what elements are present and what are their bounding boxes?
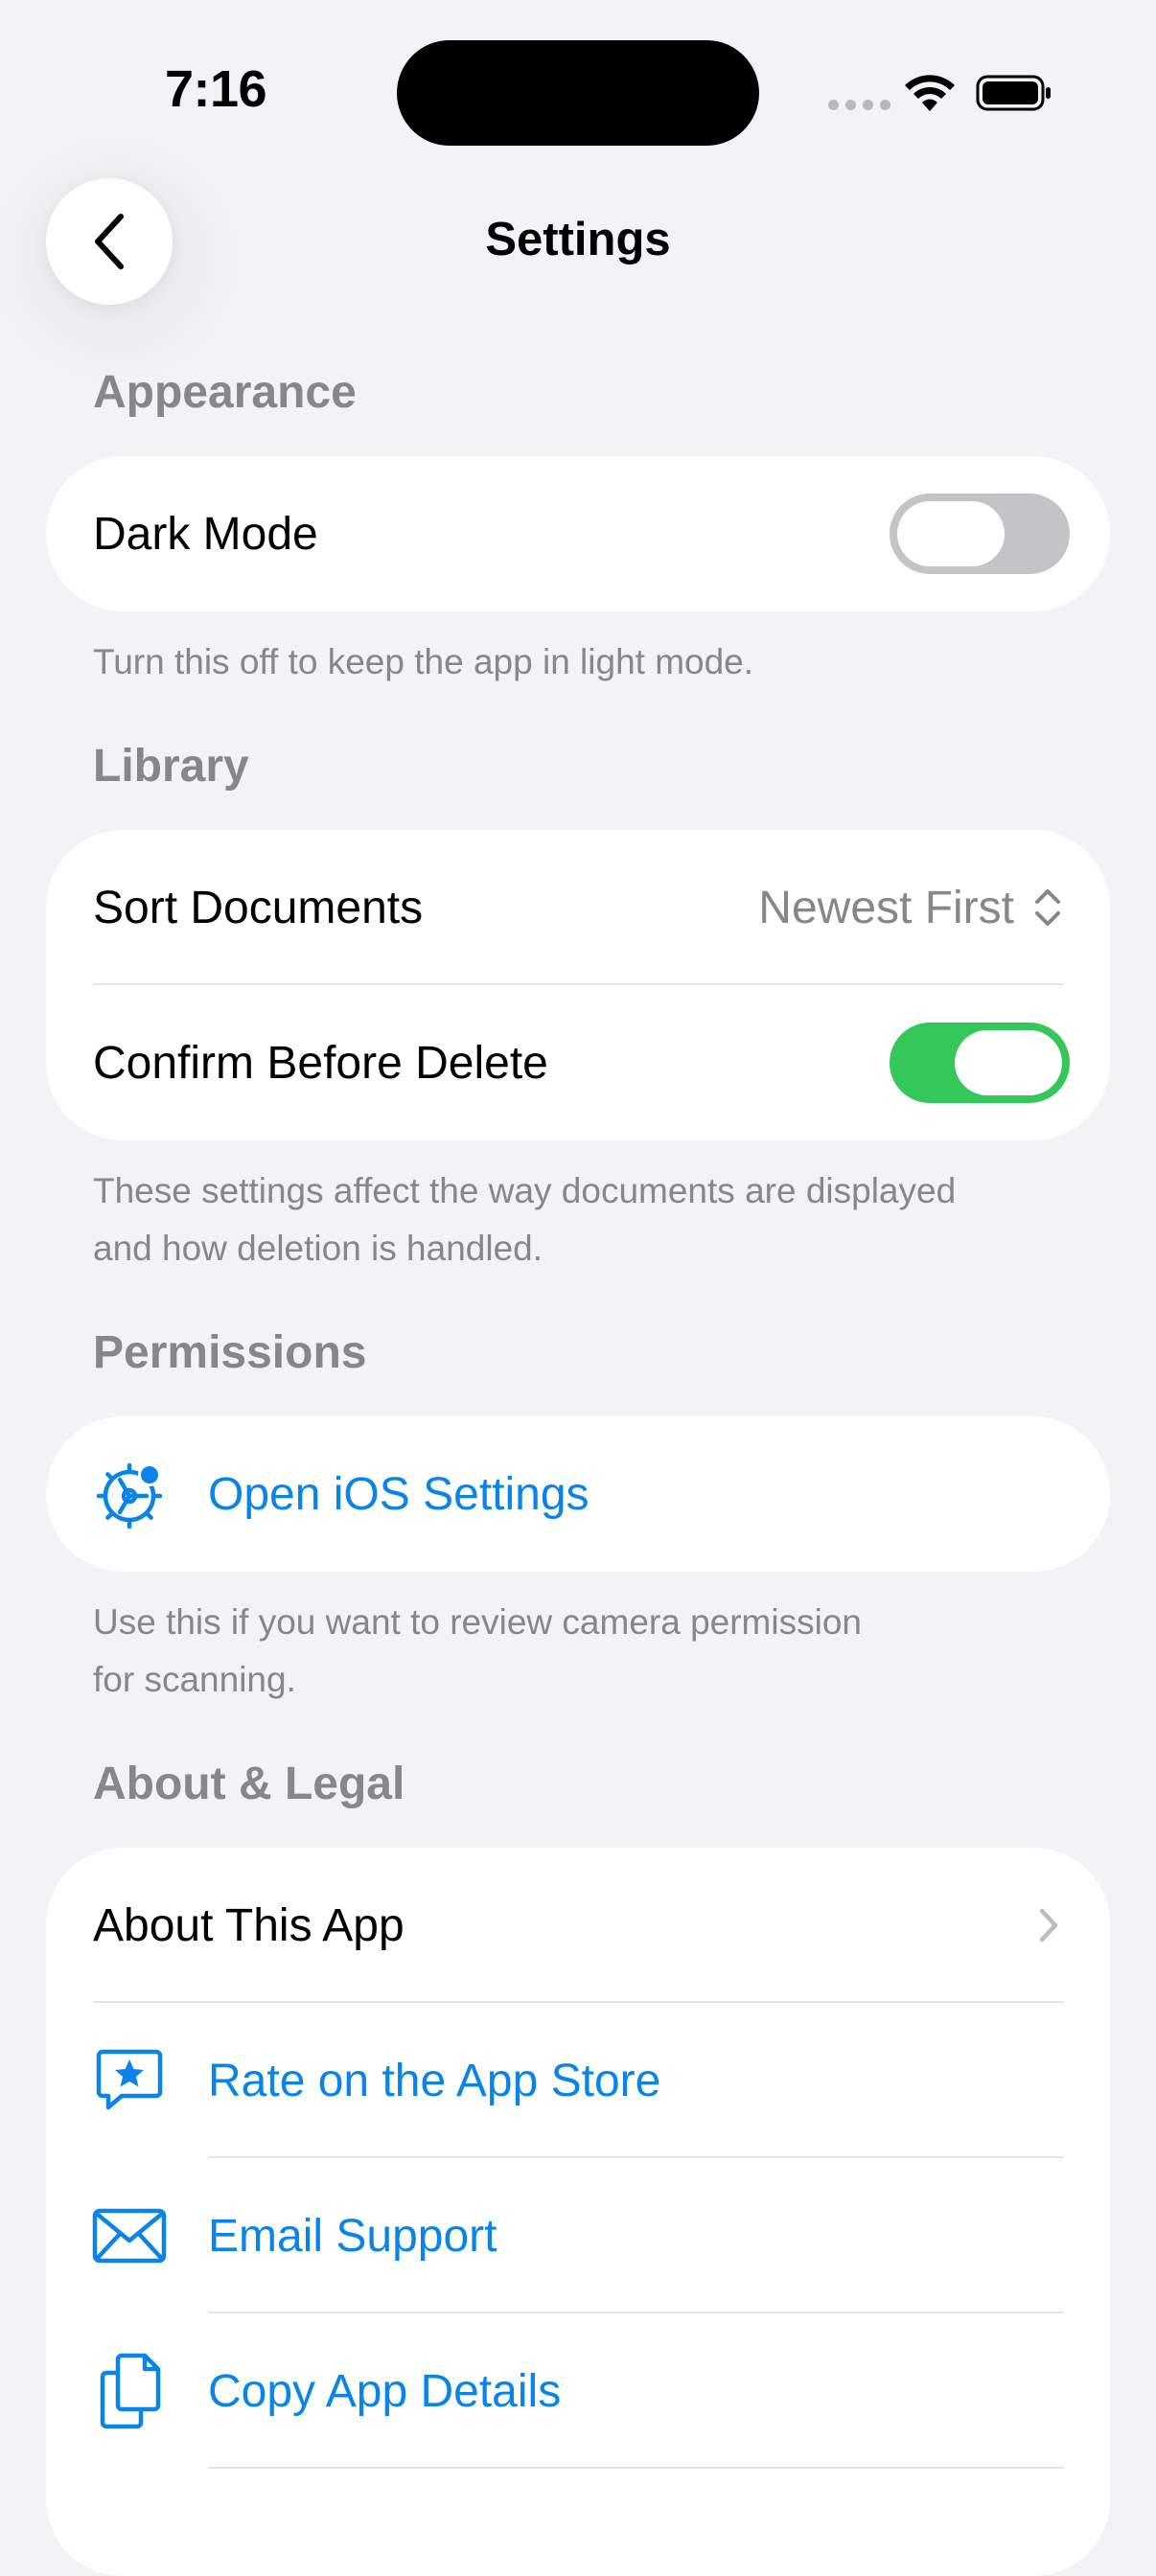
status-time: 7:16	[165, 60, 267, 118]
section-header-permissions: Permissions	[93, 1327, 367, 1378]
section-header-appearance: Appearance	[93, 367, 357, 418]
sort-documents-value[interactable]: Newest First	[758, 882, 1014, 934]
permissions-card: Open iOS Settings	[46, 1416, 1110, 1572]
about-card: About This App Rate on the App Store Ema…	[46, 1848, 1110, 2576]
sort-documents-row[interactable]: Sort Documents Newest First	[46, 830, 1110, 985]
confirm-delete-toggle[interactable]	[890, 1023, 1070, 1103]
library-footer-line-1: These settings affect the way documents …	[93, 1171, 957, 1210]
copy-app-details-label: Copy App Details	[208, 2365, 562, 2417]
row-separator	[208, 2467, 1064, 2469]
section-header-library: Library	[93, 741, 249, 792]
star-bubble-icon	[88, 2039, 171, 2122]
about-this-app-label: About This App	[93, 1899, 405, 1951]
dark-mode-toggle[interactable]	[890, 494, 1070, 574]
toggle-knob	[897, 501, 1005, 566]
confirm-delete-label: Confirm Before Delete	[93, 1037, 548, 1089]
cellular-signal-icon	[828, 100, 890, 110]
permissions-footer-line-1: Use this if you want to review camera pe…	[93, 1602, 862, 1642]
toggle-knob	[955, 1030, 1062, 1095]
permissions-footer: Use this if you want to review camera pe…	[93, 1594, 1071, 1709]
dark-mode-label: Dark Mode	[93, 508, 318, 560]
envelope-icon	[88, 2195, 171, 2277]
documents-icon	[88, 2350, 171, 2432]
library-footer-line-2: and how deletion is handled.	[93, 1229, 543, 1268]
library-card: Sort Documents Newest First Confirm Befo…	[46, 830, 1110, 1140]
confirm-delete-row: Confirm Before Delete	[46, 985, 1110, 1140]
chevron-right-icon	[1039, 1908, 1058, 1943]
battery-icon	[976, 75, 1051, 111]
appearance-card: Dark Mode	[46, 456, 1110, 611]
wifi-icon	[905, 75, 955, 111]
dark-mode-row: Dark Mode	[46, 456, 1110, 611]
gear-badge-icon	[88, 1453, 171, 1535]
rate-app-store-row[interactable]: Rate on the App Store	[46, 2003, 1110, 2158]
open-ios-settings-row[interactable]: Open iOS Settings	[46, 1416, 1110, 1572]
open-ios-settings-label: Open iOS Settings	[208, 1468, 590, 1520]
email-support-label: Email Support	[208, 2210, 497, 2262]
chevron-up-down-icon	[1035, 889, 1060, 926]
rate-app-store-label: Rate on the App Store	[208, 2055, 661, 2106]
page-title: Settings	[485, 214, 671, 265]
copy-app-details-row[interactable]: Copy App Details	[46, 2313, 1110, 2469]
email-support-row[interactable]: Email Support	[46, 2158, 1110, 2313]
dynamic-island	[397, 40, 759, 146]
permissions-footer-line-2: for scanning.	[93, 1660, 296, 1699]
appearance-footer: Turn this off to keep the app in light m…	[93, 642, 754, 681]
about-this-app-row[interactable]: About This App	[46, 1848, 1110, 2003]
section-header-about: About & Legal	[93, 1759, 405, 1809]
library-footer: These settings affect the way documents …	[93, 1162, 1071, 1277]
sort-documents-label: Sort Documents	[93, 882, 424, 933]
